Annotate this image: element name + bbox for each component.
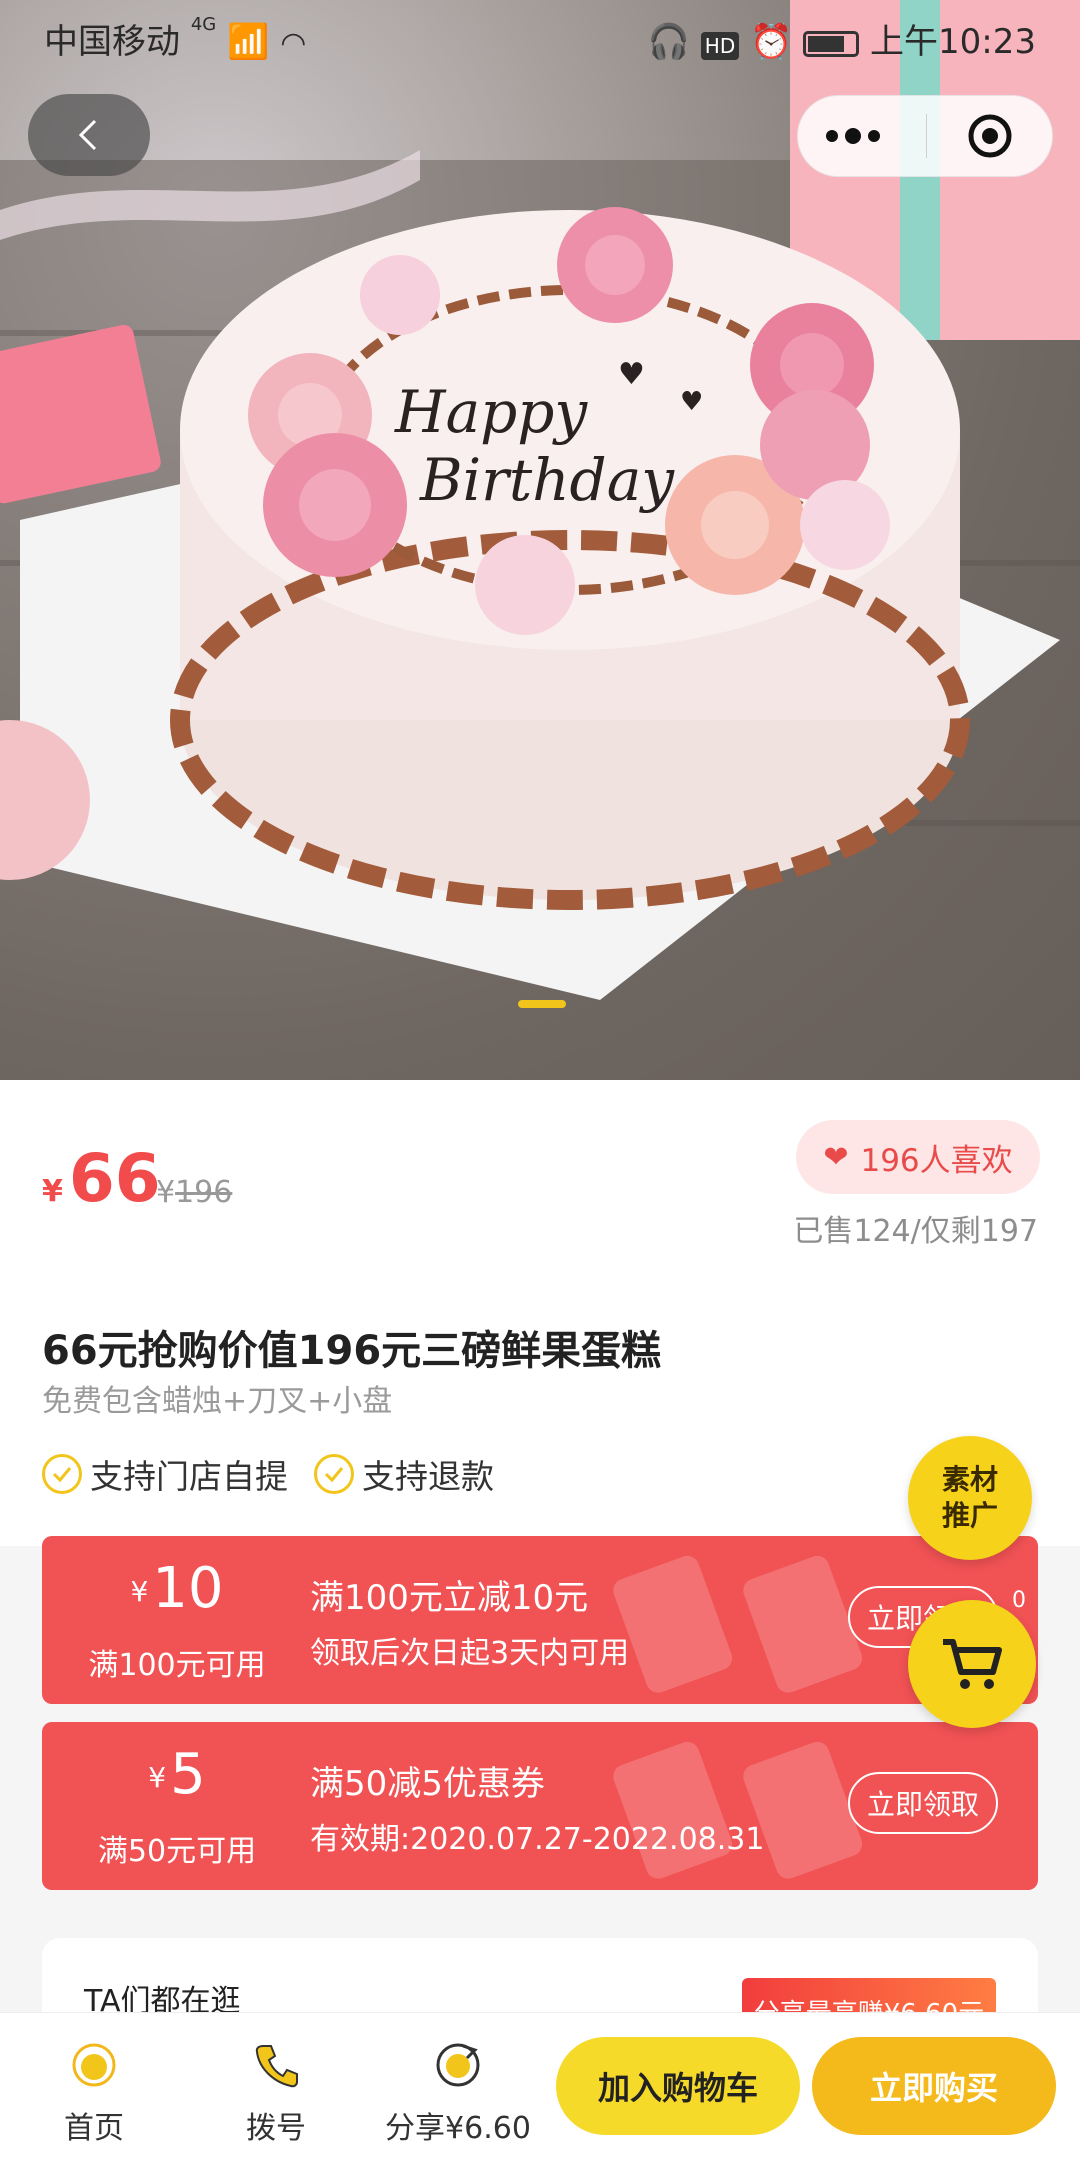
svg-text:♥: ♥ <box>680 387 703 417</box>
claim-coupon-button[interactable]: 立即领取 <box>848 1772 998 1834</box>
check-icon <box>42 1454 82 1494</box>
promo-material-button[interactable]: 素材 推广 <box>908 1436 1032 1560</box>
coupon-desc: 有效期:2020.07.27-2022.08.31 <box>310 1822 765 1857</box>
wifi-icon: ◠ <box>280 26 307 61</box>
battery-icon <box>803 30 860 57</box>
more-dots-icon <box>826 128 880 144</box>
coupon-watermark-icon <box>613 1741 863 1879</box>
phone-icon <box>246 2035 306 2095</box>
coupon-card: ¥10 满100元可用 满100元立减10元 领取后次日起3天内可用 立即领取 <box>42 1536 1038 1704</box>
tab-dial[interactable]: 拨号 <box>196 2035 356 2147</box>
home-icon <box>64 2035 124 2095</box>
more-button[interactable] <box>798 95 908 177</box>
tab-home[interactable]: 首页 <box>14 2035 174 2147</box>
coupon-amount: ¥10 <box>130 1556 224 1621</box>
headset-icon: 🎧 <box>647 22 690 62</box>
coupon-requirement: 满100元可用 <box>88 1648 266 1683</box>
like-count: 196人喜欢 <box>860 1142 1013 1179</box>
bottom-bar: 首页 拨号 分享¥6.60 加入购物车 立即购买 <box>0 2012 1080 2160</box>
mini-program-capsule <box>797 95 1053 177</box>
signal-icon: 📶 <box>227 22 270 62</box>
carrier-label: 中国移动 <box>44 22 180 62</box>
cart-count: 0 <box>1012 1588 1026 1613</box>
product-title: 66元抢购价值196元三磅鲜果蛋糕 <box>42 1328 662 1374</box>
promo-line1: 素材 <box>941 1463 998 1496</box>
hd-icon: HD <box>700 32 740 60</box>
cake-text-happy: Happy <box>394 378 588 446</box>
coupon-watermark-icon <box>613 1555 863 1693</box>
add-to-cart-button[interactable]: 加入购物车 <box>556 2037 800 2135</box>
coupon-desc: 领取后次日起3天内可用 <box>310 1636 630 1671</box>
tab-home-label: 首页 <box>64 2111 124 2146</box>
coupon-name: 满50减5优惠券 <box>310 1764 545 1804</box>
product-image[interactable]: Happy Birthday ♥ ♥ 中国移动 4G 📶 ◠ 🎧 HD ⏰ 上午… <box>0 0 1080 1080</box>
cake-text-birthday: Birthday <box>419 446 675 514</box>
tab-share[interactable]: 分享¥6.60 <box>378 2035 538 2147</box>
feature-refund: 支持退款 <box>314 1450 494 1498</box>
tab-share-label: 分享¥6.60 <box>385 2111 531 2146</box>
back-button[interactable] <box>28 94 150 176</box>
close-target-icon <box>968 114 1012 158</box>
heart-icon: ❤ <box>823 1139 849 1175</box>
coupon-name: 满100元立减10元 <box>310 1578 589 1618</box>
check-icon <box>314 1454 354 1494</box>
capsule-divider <box>926 114 927 158</box>
shopping-cart-icon <box>943 1639 1002 1689</box>
buy-now-button[interactable]: 立即购买 <box>812 2037 1056 2135</box>
current-price: ¥66 <box>42 1140 161 1217</box>
share-icon <box>428 2035 488 2095</box>
coupon-requirement: 满50元可用 <box>97 1834 257 1869</box>
clock-time: 上午10:23 <box>870 22 1036 62</box>
chevron-left-icon <box>78 119 97 151</box>
cart-button[interactable] <box>908 1600 1036 1728</box>
feature-pickup: 支持门店自提 <box>42 1450 288 1498</box>
svg-text:♥: ♥ <box>618 357 645 392</box>
coupon-card: ¥5 满50元可用 满50减5优惠券 有效期:2020.07.27-2022.0… <box>42 1722 1038 1890</box>
like-button[interactable]: ❤ 196人喜欢 <box>796 1120 1040 1194</box>
coupon-amount: ¥5 <box>148 1742 206 1807</box>
alarm-icon: ⏰ <box>750 22 793 62</box>
network-label: 4G <box>190 14 217 35</box>
status-bar: 中国移动 4G 📶 ◠ 🎧 HD ⏰ 上午10:23 <box>0 0 1080 70</box>
carousel-indicator <box>518 1000 566 1008</box>
product-subtitle: 免费包含蜡烛+刀叉+小盘 <box>42 1384 393 1419</box>
close-button[interactable] <box>945 95 1035 177</box>
original-price: ¥196 <box>156 1175 233 1210</box>
tab-dial-label: 拨号 <box>246 2111 306 2146</box>
sales-info: 已售124/仅剩197 <box>793 1214 1038 1249</box>
promo-line2: 推广 <box>941 1499 998 1532</box>
